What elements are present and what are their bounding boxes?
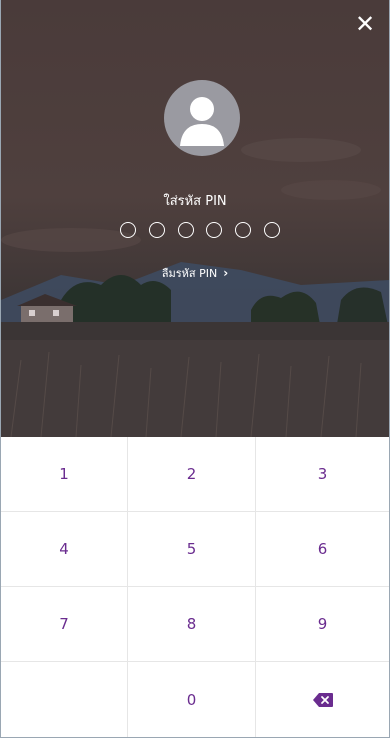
landscape-background bbox=[1, 138, 389, 437]
background-hero: ✕ ใส่รหัส PIN ลืมรหัส PIN › bbox=[1, 0, 389, 437]
close-icon: ✕ bbox=[354, 10, 376, 38]
backspace-icon bbox=[312, 692, 333, 707]
pin-title: ใส่รหัส PIN bbox=[163, 194, 227, 209]
key-6[interactable]: 6 bbox=[256, 512, 389, 587]
backspace-button[interactable] bbox=[256, 662, 389, 737]
key-empty bbox=[1, 662, 128, 737]
forgot-pin-link[interactable]: ลืมรหัส PIN › bbox=[1, 264, 389, 282]
pin-dot bbox=[263, 222, 280, 238]
key-3[interactable]: 3 bbox=[256, 437, 389, 512]
chevron-right-icon: › bbox=[223, 266, 229, 280]
key-9[interactable]: 9 bbox=[256, 587, 389, 662]
key-4[interactable]: 4 bbox=[1, 512, 128, 587]
close-button[interactable]: ✕ bbox=[351, 10, 379, 38]
key-5[interactable]: 5 bbox=[128, 512, 256, 587]
pin-dot bbox=[235, 222, 252, 238]
pin-dot bbox=[177, 222, 194, 238]
pin-dots bbox=[120, 222, 280, 242]
key-1[interactable]: 1 bbox=[1, 437, 128, 512]
pin-dot bbox=[148, 222, 165, 238]
pin-entry-screen: ✕ ใส่รหัส PIN ลืมรหัส PIN › 1 2 3 4 5 6 7 bbox=[0, 0, 390, 738]
key-8[interactable]: 8 bbox=[128, 587, 256, 662]
pin-dot bbox=[120, 222, 136, 238]
numeric-keypad: 1 2 3 4 5 6 7 8 9 0 bbox=[1, 437, 389, 737]
key-7[interactable]: 7 bbox=[1, 587, 128, 662]
key-0[interactable]: 0 bbox=[128, 662, 256, 737]
pin-dot bbox=[206, 222, 223, 238]
key-2[interactable]: 2 bbox=[128, 437, 256, 512]
forgot-pin-label: ลืมรหัส PIN bbox=[161, 267, 218, 280]
user-avatar bbox=[164, 80, 240, 156]
user-avatar-icon bbox=[180, 97, 224, 146]
